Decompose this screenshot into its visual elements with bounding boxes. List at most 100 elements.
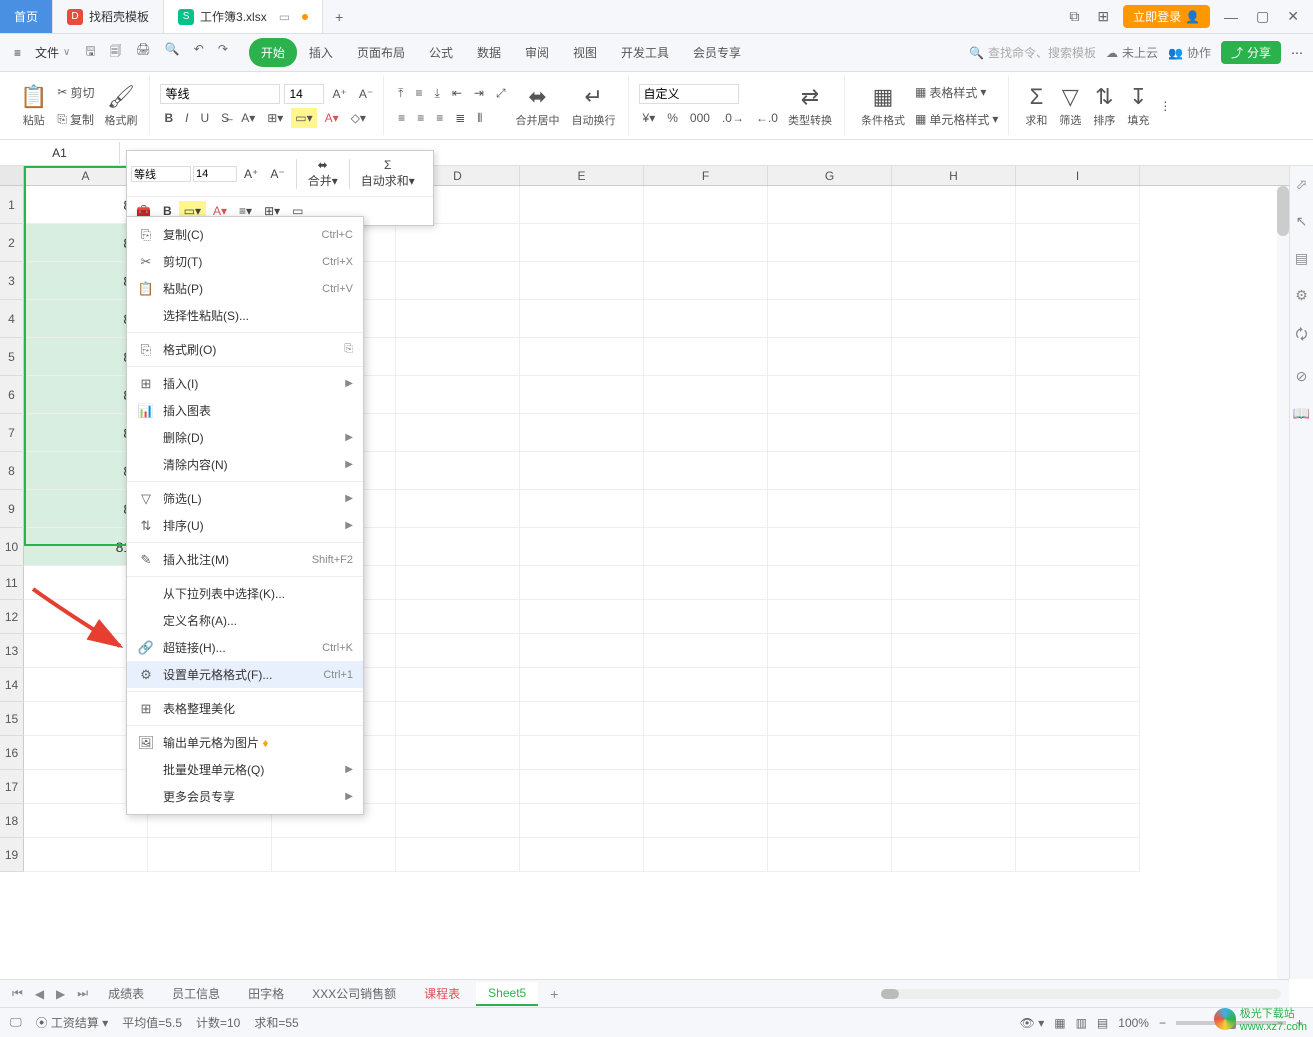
cell[interactable] xyxy=(520,300,644,338)
menu-data[interactable]: 数据 xyxy=(465,38,513,67)
align-right-icon[interactable]: ≡ xyxy=(432,108,447,128)
row-header[interactable]: 17 xyxy=(0,770,24,804)
context-menu-item[interactable]: ✂剪切(T)Ctrl+X xyxy=(127,248,363,275)
cell[interactable] xyxy=(644,600,768,634)
col-I[interactable]: I xyxy=(1016,166,1140,185)
col-F[interactable]: F xyxy=(644,166,768,185)
context-menu-item[interactable]: 📋粘贴(P)Ctrl+V xyxy=(127,275,363,302)
float-inc-font-icon[interactable]: A⁺ xyxy=(239,164,263,184)
cell[interactable] xyxy=(892,414,1016,452)
cell[interactable] xyxy=(1016,668,1140,702)
undo-icon[interactable]: ↶ xyxy=(189,38,209,67)
cell[interactable] xyxy=(644,186,768,224)
cell[interactable] xyxy=(644,490,768,528)
login-button[interactable]: 立即登录 👤 xyxy=(1123,5,1210,28)
menu-review[interactable]: 审阅 xyxy=(513,38,561,67)
wrap-button[interactable]: ↵自动换行 xyxy=(566,80,622,132)
context-menu-item[interactable]: 定义名称(A)... xyxy=(127,607,363,634)
cell[interactable] xyxy=(520,186,644,224)
cell[interactable] xyxy=(1016,702,1140,736)
col-H[interactable]: H xyxy=(892,166,1016,185)
float-size-select[interactable] xyxy=(193,166,237,182)
bold-button[interactable]: B xyxy=(160,108,177,128)
cell[interactable] xyxy=(520,702,644,736)
sheet-tab-2[interactable]: 员工信息 xyxy=(160,981,232,1006)
menu-layout[interactable]: 页面布局 xyxy=(345,38,417,67)
cell[interactable] xyxy=(644,528,768,566)
clear-format-button[interactable]: ◇▾ xyxy=(347,108,370,128)
cell[interactable] xyxy=(768,186,892,224)
cell[interactable] xyxy=(768,600,892,634)
cond-format-button[interactable]: ▦条件格式 xyxy=(855,80,911,132)
app-menu-icon[interactable]: ≡ xyxy=(10,42,25,64)
cell[interactable] xyxy=(520,414,644,452)
close-button[interactable]: ✕ xyxy=(1283,4,1303,29)
cell[interactable] xyxy=(768,702,892,736)
panel-backup-icon[interactable]: 🗘 xyxy=(1295,324,1308,348)
row-header[interactable]: 18 xyxy=(0,804,24,838)
redo-icon[interactable]: ↷ xyxy=(213,38,233,67)
panel-style-icon[interactable]: ▤ xyxy=(1295,250,1308,267)
font-select[interactable] xyxy=(160,84,280,104)
cell[interactable] xyxy=(892,376,1016,414)
cell[interactable] xyxy=(1016,528,1140,566)
cell[interactable] xyxy=(892,224,1016,262)
context-menu-item[interactable]: 🖼输出单元格为图片 ♦ xyxy=(127,729,363,756)
filter-button[interactable]: ▽筛选 xyxy=(1053,80,1087,132)
cell[interactable] xyxy=(768,804,892,838)
cell[interactable] xyxy=(768,490,892,528)
sheet-nav-last[interactable]: ⏭ xyxy=(73,982,92,1005)
cell[interactable] xyxy=(1016,452,1140,490)
context-menu-item[interactable]: ⎘复制(C)Ctrl+C xyxy=(127,221,363,248)
cell[interactable] xyxy=(396,634,520,668)
minimize-button[interactable]: — xyxy=(1220,5,1242,29)
cell[interactable] xyxy=(892,338,1016,376)
inc-decimal-icon[interactable]: .0→ xyxy=(718,108,748,128)
cell[interactable] xyxy=(892,600,1016,634)
menu-devtools[interactable]: 开发工具 xyxy=(609,38,681,67)
cell[interactable] xyxy=(396,300,520,338)
context-menu-item[interactable]: ▽筛选(L)▶ xyxy=(127,485,363,512)
cell[interactable] xyxy=(768,224,892,262)
context-menu-item[interactable]: 选择性粘贴(S)... xyxy=(127,302,363,329)
sheet-tab-1[interactable]: 成绩表 xyxy=(96,981,156,1006)
cell[interactable] xyxy=(1016,838,1140,872)
row-header[interactable]: 5 xyxy=(0,338,24,376)
view-pagelay-icon[interactable]: ▥ xyxy=(1076,1016,1087,1030)
cell[interactable] xyxy=(892,300,1016,338)
cut-button[interactable]: ✂剪切 xyxy=(53,81,98,104)
cell[interactable] xyxy=(644,634,768,668)
cell[interactable] xyxy=(644,452,768,490)
cell[interactable] xyxy=(768,300,892,338)
align-left-icon[interactable]: ≡ xyxy=(394,108,409,128)
cell[interactable] xyxy=(396,490,520,528)
cell[interactable] xyxy=(768,262,892,300)
cell[interactable] xyxy=(396,528,520,566)
border-button[interactable]: ⊞▾ xyxy=(263,108,287,128)
cell[interactable] xyxy=(396,224,520,262)
context-menu-item[interactable]: ⚙设置单元格格式(F)...Ctrl+1 xyxy=(127,661,363,688)
menu-insert[interactable]: 插入 xyxy=(297,38,345,67)
preview-icon[interactable]: 🔍 xyxy=(160,38,185,67)
row-header[interactable]: 6 xyxy=(0,376,24,414)
row-header[interactable]: 19 xyxy=(0,838,24,872)
cell[interactable] xyxy=(148,838,272,872)
collapse-ribbon-icon[interactable]: ⋯ xyxy=(1291,46,1303,60)
layout-icon[interactable]: ⧉ xyxy=(1065,4,1083,29)
cell[interactable] xyxy=(644,838,768,872)
menu-member[interactable]: 会员专享 xyxy=(681,38,753,67)
align-bottom-icon[interactable]: ⤓ xyxy=(431,83,444,104)
cell[interactable] xyxy=(768,668,892,702)
cell[interactable] xyxy=(520,262,644,300)
thousand-icon[interactable]: 000 xyxy=(686,108,714,128)
view-normal-icon[interactable]: ▦ xyxy=(1054,1016,1065,1030)
cell[interactable] xyxy=(892,452,1016,490)
cell[interactable] xyxy=(768,452,892,490)
cell[interactable] xyxy=(768,736,892,770)
cell[interactable] xyxy=(520,528,644,566)
dec-decimal-icon[interactable]: ←.0 xyxy=(752,108,782,128)
cell[interactable] xyxy=(892,186,1016,224)
justify-icon[interactable]: ≣ xyxy=(451,108,469,128)
sheet-tab-5[interactable]: 课程表 xyxy=(412,981,472,1006)
cell[interactable] xyxy=(396,736,520,770)
